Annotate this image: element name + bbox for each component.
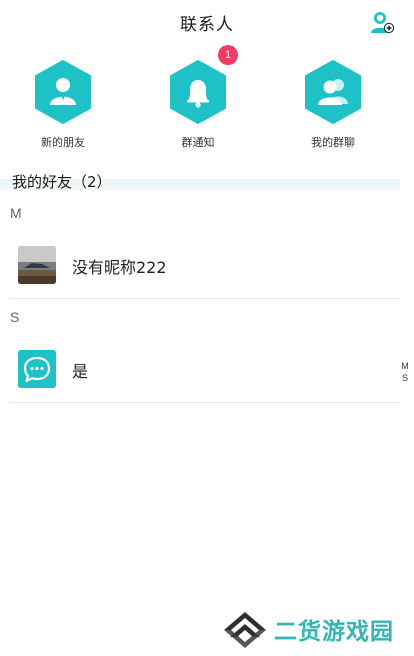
photo-avatar-image <box>18 246 56 284</box>
friends-count-heading: 我的好友（2） <box>12 173 112 191</box>
friends-section-header: 我的好友（2） <box>0 172 400 191</box>
bell-icon <box>170 60 226 124</box>
index-letter-m[interactable]: M <box>400 360 410 372</box>
friend-row[interactable]: 是 <box>10 338 400 403</box>
add-contact-icon[interactable] <box>370 10 394 34</box>
top-bar: 联系人 <box>0 0 414 46</box>
watermark-logo-icon <box>224 612 266 648</box>
section-letter-m: M <box>10 205 22 221</box>
avatar <box>18 246 56 284</box>
notification-badge: 1 <box>218 45 238 65</box>
my-groups-label: 我的群聊 <box>311 136 355 149</box>
page-title: 联系人 <box>180 15 234 35</box>
friend-name: 是 <box>72 362 89 381</box>
group-icon <box>305 60 361 124</box>
quick-actions: 新的朋友 1 群通知 我的群聊 <box>0 45 414 160</box>
chat-bubble-icon <box>18 350 56 388</box>
friend-name: 没有昵称222 <box>72 258 167 277</box>
friend-row[interactable]: 没有昵称222 <box>10 234 400 299</box>
my-groups-button[interactable]: 我的群聊 <box>278 60 388 150</box>
new-friends-button[interactable]: 新的朋友 <box>8 60 118 150</box>
watermark: 二货游戏园 <box>222 608 412 648</box>
alphabet-index-bar[interactable]: M S <box>400 360 410 384</box>
avatar <box>18 350 56 388</box>
index-letter-s[interactable]: S <box>400 372 410 384</box>
group-notice-button[interactable]: 1 群通知 <box>143 45 253 150</box>
watermark-text: 二货游戏园 <box>274 619 394 645</box>
new-friends-hex-icon <box>35 60 91 124</box>
group-notice-label: 群通知 <box>181 136 215 149</box>
section-letter-s: S <box>10 309 20 325</box>
new-friends-label: 新的朋友 <box>41 136 85 149</box>
